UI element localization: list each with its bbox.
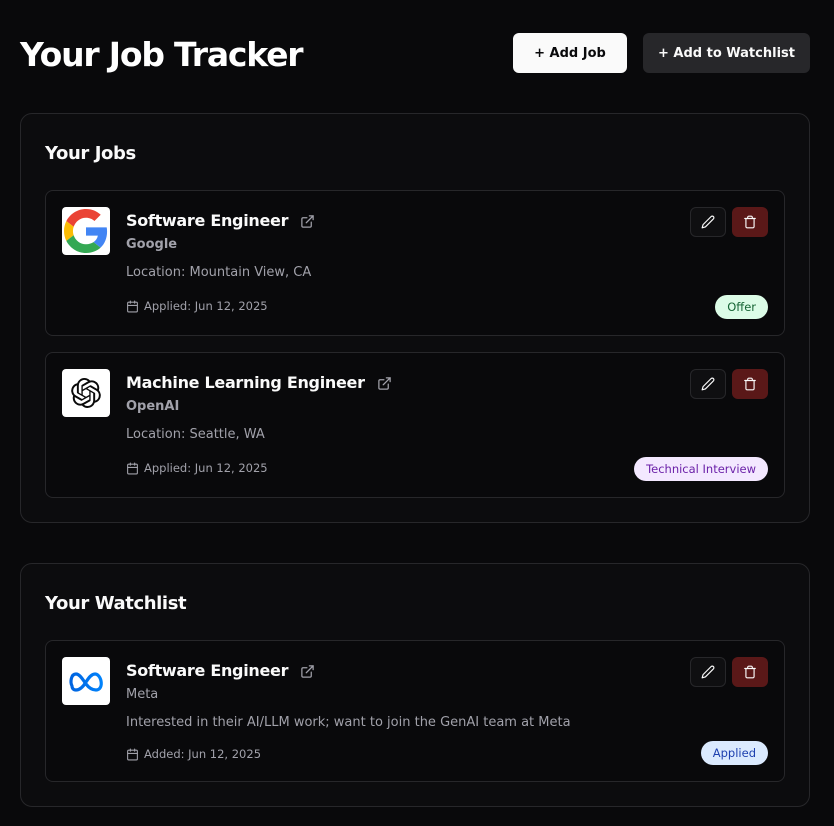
status-badge: Applied [700, 741, 768, 765]
edit-button[interactable] [690, 369, 726, 399]
calendar-icon [126, 300, 139, 313]
applied-date: Applied: Jun 12, 2025 [144, 461, 268, 475]
add-job-button[interactable]: + Add Job [513, 33, 627, 73]
calendar-icon [126, 462, 139, 475]
watchlist-card: Software Engineer Meta Interested in the… [45, 640, 785, 782]
job-card: Machine Learning Engineer OpenAI Locatio… [45, 352, 785, 498]
card-title-row: Software Engineer [126, 210, 315, 232]
page-title: Your Job Tracker [20, 35, 304, 74]
applied-date-row: Applied: Jun 12, 2025 [126, 461, 268, 475]
company-name: OpenAI [126, 399, 180, 414]
card-title-row: Machine Learning Engineer [126, 372, 392, 394]
company-name: Google [126, 237, 178, 252]
external-link-icon[interactable] [377, 376, 392, 391]
edit-button[interactable] [690, 657, 726, 687]
jobs-section: Your Jobs Software Engineer Google Locat… [20, 113, 810, 523]
watchlist-note: Interested in their AI/LLM work; want to… [126, 715, 571, 730]
company-name: Meta [126, 687, 159, 702]
card-title-row: Software Engineer [126, 660, 315, 682]
status-badge: Offer [715, 295, 768, 319]
section-title: Your Watchlist [45, 593, 187, 614]
applied-date-row: Applied: Jun 12, 2025 [126, 299, 268, 313]
external-link-icon[interactable] [300, 214, 315, 229]
job-title: Software Engineer [126, 211, 289, 230]
delete-button[interactable] [732, 369, 768, 399]
calendar-icon [126, 748, 139, 761]
trash-icon [744, 665, 756, 679]
external-link-icon[interactable] [300, 664, 315, 679]
add-to-watchlist-button[interactable]: + Add to Watchlist [643, 33, 810, 73]
added-date-row: Added: Jun 12, 2025 [126, 747, 261, 761]
pencil-icon [701, 665, 715, 679]
watchlist-section: Your Watchlist Software Engineer Meta In… [20, 563, 810, 807]
applied-date: Applied: Jun 12, 2025 [144, 299, 268, 313]
job-title: Software Engineer [126, 661, 289, 680]
status-badge: Technical Interview [634, 457, 768, 481]
pencil-icon [701, 377, 715, 391]
delete-button[interactable] [732, 207, 768, 237]
edit-button[interactable] [690, 207, 726, 237]
delete-button[interactable] [732, 657, 768, 687]
meta-logo [62, 657, 110, 705]
section-title: Your Jobs [45, 143, 136, 164]
job-location: Location: Seattle, WA [126, 427, 265, 442]
google-logo [62, 207, 110, 255]
job-title: Machine Learning Engineer [126, 373, 365, 392]
openai-logo [62, 369, 110, 417]
trash-icon [744, 377, 756, 391]
pencil-icon [701, 215, 715, 229]
job-card: Software Engineer Google Location: Mount… [45, 190, 785, 336]
job-location: Location: Mountain View, CA [126, 265, 312, 280]
trash-icon [744, 215, 756, 229]
added-date: Added: Jun 12, 2025 [144, 747, 262, 761]
